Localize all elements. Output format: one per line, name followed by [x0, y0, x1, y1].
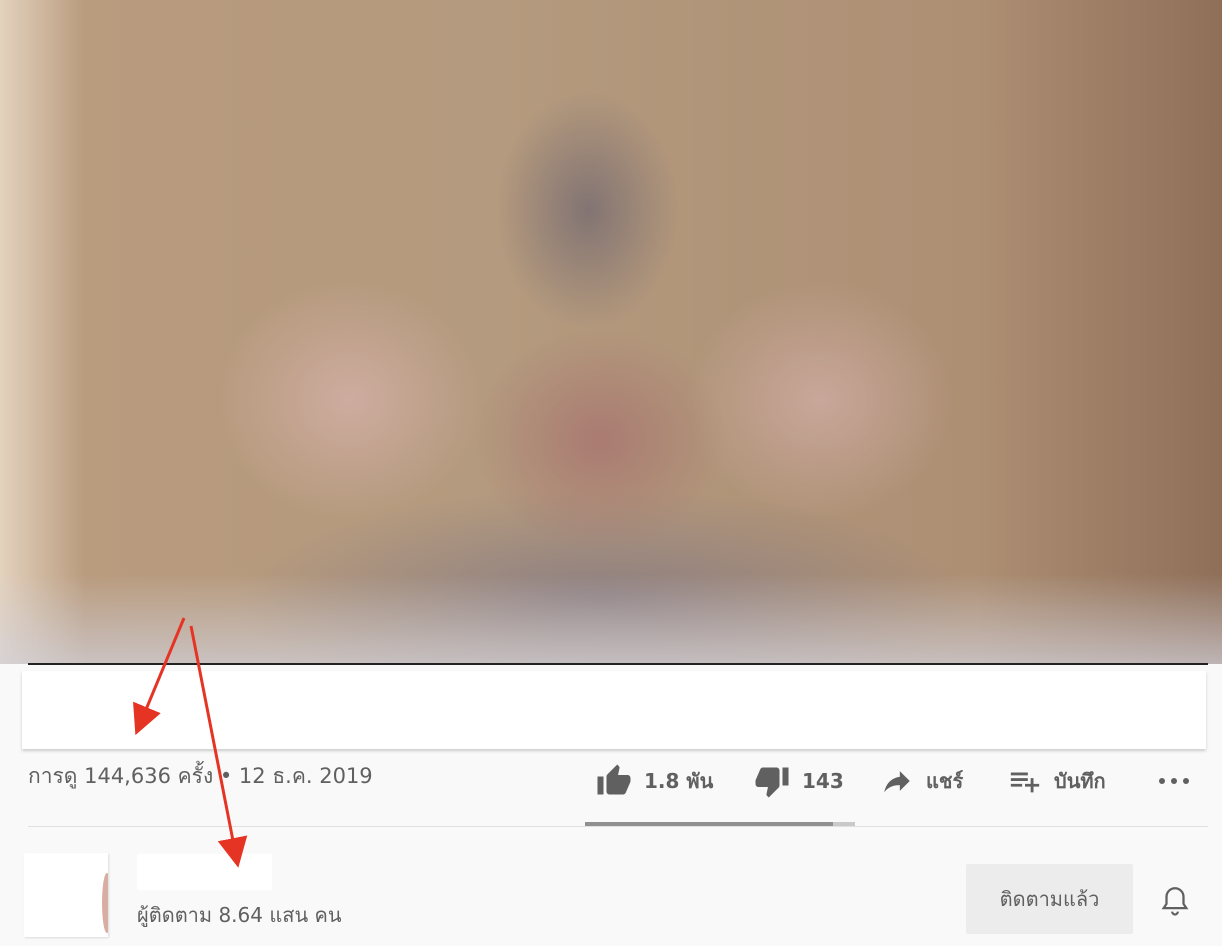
dislike-button[interactable]: 143	[754, 763, 880, 799]
view-count-and-date: การดู 144,636 ครั้ง • 12 ธ.ค. 2019	[28, 764, 373, 788]
share-arrow-icon	[880, 764, 914, 798]
subscriber-count: ผู้ติดตาม 8.64 แสน คน	[137, 903, 342, 927]
redacted-title-box	[22, 671, 1206, 749]
like-button[interactable]: 1.8 พัน	[596, 763, 754, 799]
video-watch-page: การดู 144,636 ครั้ง • 12 ธ.ค. 2019 1.8 พ…	[0, 0, 1222, 946]
video-player[interactable]	[0, 0, 1222, 664]
channel-avatar[interactable]	[24, 853, 108, 937]
save-button[interactable]: บันทึก	[1008, 764, 1154, 798]
section-divider	[28, 826, 1208, 827]
dislike-count: 143	[802, 769, 844, 793]
redacted-channel-name[interactable]	[137, 854, 272, 890]
more-horizontal-icon	[1157, 776, 1191, 786]
playlist-add-icon	[1008, 764, 1042, 798]
like-count: 1.8 พัน	[644, 769, 714, 793]
save-label: บันทึก	[1054, 769, 1106, 793]
subscribed-button[interactable]: ติดตามแล้ว	[966, 864, 1133, 934]
thumb-up-icon	[596, 763, 632, 799]
video-bottom-edge	[28, 663, 1208, 665]
share-label: แชร์	[926, 769, 964, 793]
video-actions-bar: 1.8 พัน 143 แชร์ บันทึก	[596, 758, 1194, 804]
share-button[interactable]: แชร์	[880, 764, 1008, 798]
thumb-down-icon	[754, 763, 790, 799]
bell-icon[interactable]	[1158, 883, 1192, 919]
more-actions-button[interactable]	[1154, 776, 1194, 786]
